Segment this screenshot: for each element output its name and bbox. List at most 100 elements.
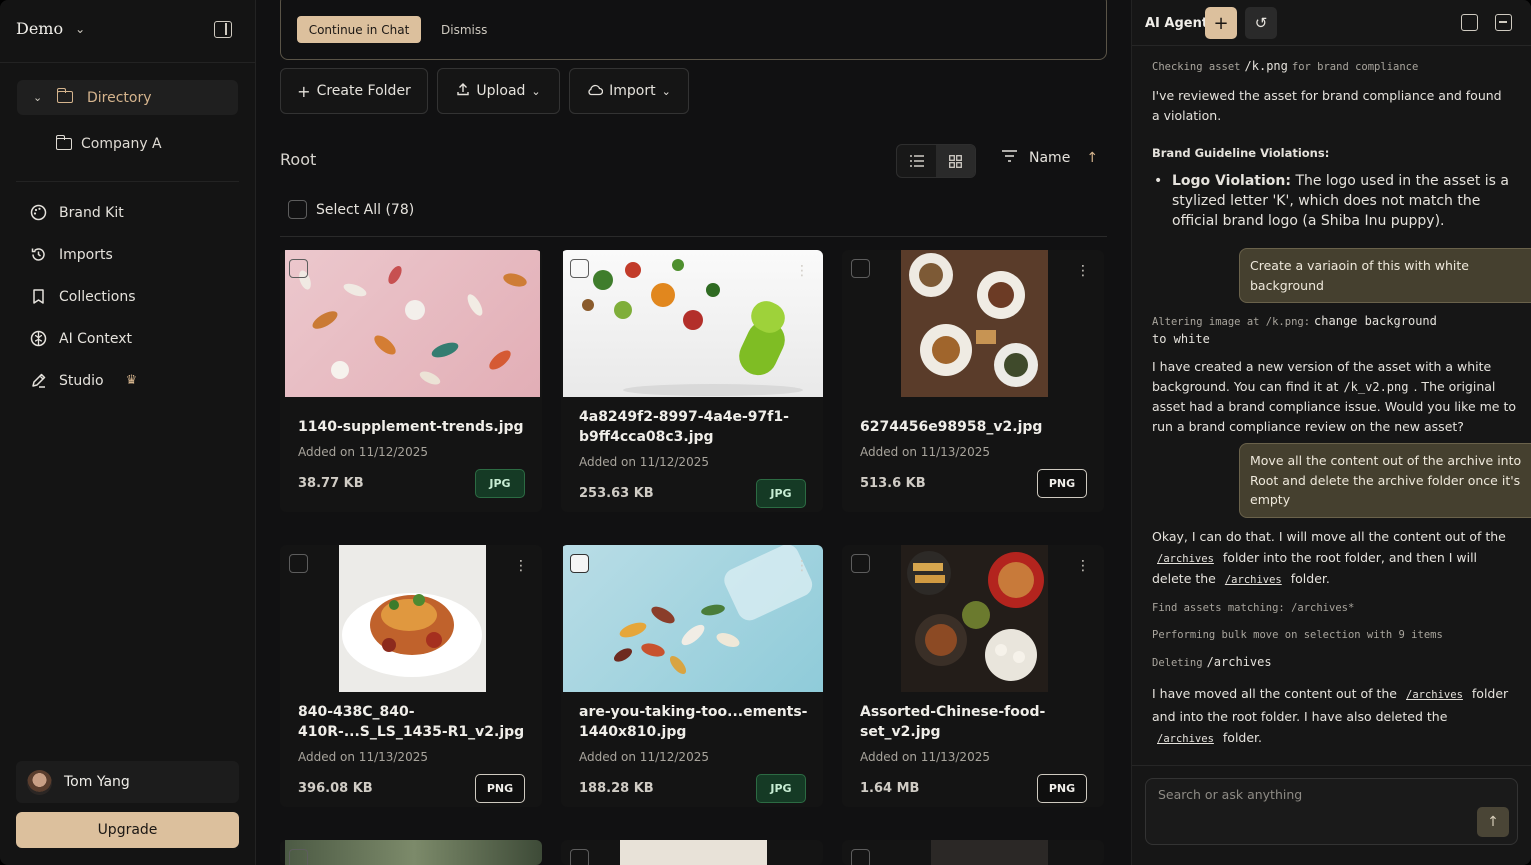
file-card[interactable]: ⋮ 840-438C_840-410R-...S_LS_1435-R1_v2.j…: [280, 545, 542, 807]
user-menu[interactable]: Tom Yang: [16, 761, 239, 803]
log-code: /archives: [1206, 655, 1272, 669]
arrow-up-icon: ↑: [1487, 814, 1499, 830]
file-thumbnail: [901, 250, 1048, 397]
minimize-icon[interactable]: [1495, 14, 1512, 31]
chat-history-button[interactable]: ↺: [1245, 7, 1277, 39]
import-button[interactable]: Import ⌄: [569, 68, 689, 114]
file-card[interactable]: [280, 840, 542, 865]
sidebar-item-ai-context[interactable]: AI Context: [30, 330, 132, 347]
workspace-switcher[interactable]: Demo ⌄: [16, 19, 85, 38]
sidebar-item-directory[interactable]: ⌄ Directory: [17, 80, 238, 115]
file-checkbox[interactable]: [851, 259, 870, 278]
file-size: 38.77 KB: [298, 476, 364, 491]
file-card[interactable]: ⋮ 4a8249f2-8997-4a4e-97f1-b9ff4cca08c3.j…: [561, 250, 823, 512]
new-chat-button[interactable]: +: [1205, 7, 1237, 39]
divider: [16, 181, 239, 182]
file-checkbox[interactable]: [851, 554, 870, 573]
select-all-label: Select All (78): [316, 201, 415, 218]
select-all-checkbox[interactable]: [288, 200, 307, 219]
file-checkbox[interactable]: [289, 259, 308, 278]
sidebar-item-imports[interactable]: Imports: [30, 246, 113, 263]
folder-link[interactable]: /archives: [1220, 574, 1287, 586]
file-type-badge: JPG: [756, 774, 806, 803]
more-options-icon[interactable]: ⋮: [1076, 264, 1090, 278]
grid-view-icon[interactable]: [936, 145, 975, 177]
upgrade-button[interactable]: Upgrade: [16, 812, 239, 848]
file-checkbox[interactable]: [570, 554, 589, 573]
filter-icon: [1002, 150, 1017, 166]
file-name[interactable]: 6274456e98958_v2.jpg: [860, 417, 1090, 437]
file-size: 396.08 KB: [298, 781, 373, 796]
more-options-icon[interactable]: ⋮: [795, 264, 809, 278]
file-checkbox[interactable]: [570, 259, 589, 278]
file-card[interactable]: [561, 840, 823, 865]
chevron-down-icon[interactable]: ⌄: [33, 91, 47, 104]
breadcrumb[interactable]: Root: [280, 150, 316, 169]
tool-log: Altering image at /k.png: change backgrou…: [1152, 313, 1452, 349]
file-name[interactable]: 840-438C_840-410R-...S_LS_1435-R1_v2.jpg: [298, 702, 528, 742]
sidebar-item-company-a[interactable]: Company A: [55, 135, 162, 152]
folder-link[interactable]: /archives: [1152, 553, 1219, 565]
file-thumbnail: [563, 250, 823, 397]
pen-icon: [30, 372, 47, 389]
sidebar-item-collections[interactable]: Collections: [30, 288, 136, 305]
divider: [280, 236, 1107, 237]
tool-log: Find assets matching: /archives*: [1152, 602, 1355, 614]
folder-link[interactable]: /archives: [1401, 689, 1468, 701]
user-message: Move all the content out of the archive …: [1239, 443, 1531, 518]
chat-input-box: ↑: [1145, 778, 1518, 845]
log-code: /k.png: [1244, 59, 1288, 73]
list-view-icon[interactable]: [897, 145, 936, 177]
file-name[interactable]: Assorted-Chinese-food-set_v2.jpg: [860, 702, 1090, 742]
file-card[interactable]: ⋮ 6274456e98958_v2.jpg Added on 11/13/20…: [842, 250, 1104, 512]
view-toggle: [896, 144, 976, 178]
file-thumbnail: [339, 545, 486, 692]
file-thumbnail: [901, 545, 1048, 692]
message-text: I have moved all the content out of the: [1152, 686, 1398, 701]
chat-input[interactable]: [1158, 787, 1488, 802]
file-size: 253.63 KB: [579, 486, 654, 501]
file-name[interactable]: are-you-taking-too...ements-1440x810.jpg: [579, 702, 809, 742]
expand-icon[interactable]: [1461, 14, 1478, 31]
sidebar-item-brand-kit[interactable]: Brand Kit: [30, 204, 124, 221]
arrow-up-icon[interactable]: ↑: [1086, 150, 1098, 166]
file-name[interactable]: 4a8249f2-8997-4a4e-97f1-b9ff4cca08c3.jpg: [579, 407, 809, 447]
more-options-icon[interactable]: ⋮: [1076, 559, 1090, 573]
file-checkbox[interactable]: [570, 849, 589, 865]
sidebar-item-label: AI Context: [59, 330, 133, 347]
file-card[interactable]: ⋮ are-you-taking-too...ements-1440x810.j…: [561, 545, 823, 807]
message-text: Okay, I can do that. I will move all the…: [1152, 529, 1506, 544]
file-type-badge: JPG: [475, 469, 525, 498]
message-text: folder.: [1290, 571, 1330, 586]
sidebar-item-label: Imports: [59, 246, 113, 263]
chevron-down-icon: ⌄: [661, 84, 671, 98]
file-card[interactable]: [842, 840, 1104, 865]
more-options-icon[interactable]: ⋮: [514, 559, 528, 573]
select-all[interactable]: Select All (78): [288, 200, 414, 219]
upload-icon: [456, 82, 470, 100]
violation-label: Logo Violation:: [1172, 173, 1291, 189]
send-button[interactable]: ↑: [1477, 807, 1509, 837]
sidebar-item-studio[interactable]: Studio ♛: [30, 372, 137, 389]
log-text: for brand compliance: [1291, 61, 1419, 73]
file-name[interactable]: 1140-supplement-trends.jpg: [298, 417, 528, 437]
continue-in-chat-button[interactable]: Continue in Chat: [297, 16, 421, 43]
plus-icon: +: [297, 81, 311, 101]
file-checkbox[interactable]: [289, 554, 308, 573]
create-folder-button[interactable]: + Create Folder: [280, 68, 428, 114]
file-thumbnail: [285, 840, 542, 865]
sort-control[interactable]: Name ↑: [1002, 150, 1098, 166]
upload-button[interactable]: Upload ⌄: [437, 68, 560, 114]
dismiss-button[interactable]: Dismiss: [441, 16, 487, 43]
folder-link[interactable]: /archives: [1152, 733, 1219, 745]
more-options-icon[interactable]: ⋮: [795, 559, 809, 573]
sidebar-item-label: Studio: [59, 372, 104, 389]
file-card[interactable]: ⋮ Assorted-Chinese-food-set_v2.jpg Added…: [842, 545, 1104, 807]
palette-icon: [30, 204, 47, 221]
file-checkbox[interactable]: [851, 849, 870, 865]
ai-agent-panel: AI Agent + ↺ Checking asset/k.png for bra…: [1131, 0, 1531, 865]
file-type-badge: PNG: [1037, 469, 1087, 498]
file-card[interactable]: 1140-supplement-trends.jpg Added on 11/1…: [280, 250, 542, 512]
file-checkbox[interactable]: [289, 849, 308, 865]
sidebar-toggle-icon[interactable]: [214, 21, 232, 38]
